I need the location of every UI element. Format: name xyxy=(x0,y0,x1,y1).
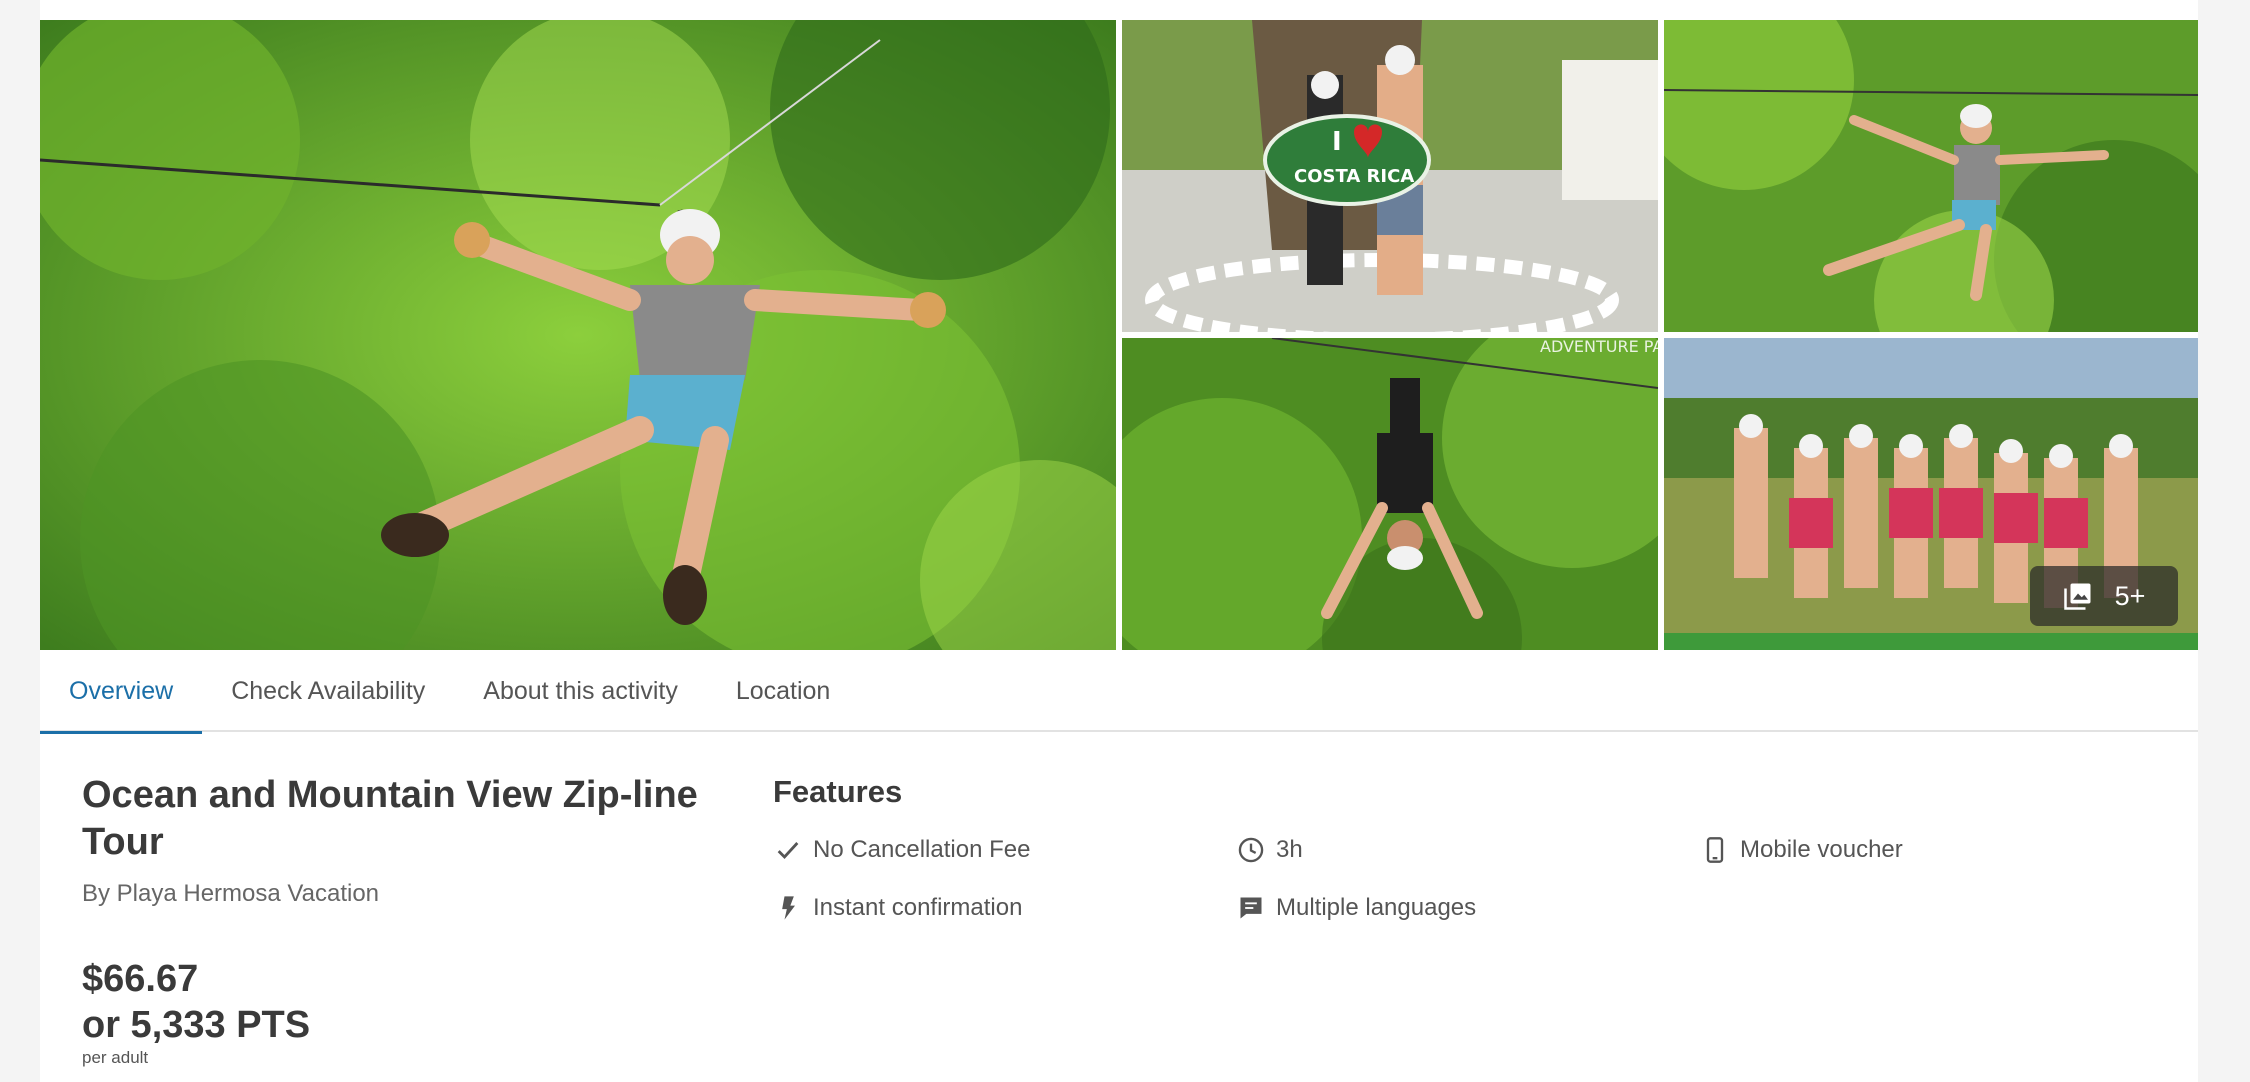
tab-location[interactable]: Location xyxy=(707,650,860,732)
costa-rica-sign-image: I COSTA RICA xyxy=(1122,20,1658,332)
zipliner-image xyxy=(1664,20,2198,332)
clock-icon xyxy=(1238,837,1264,863)
more-photos-count: 5+ xyxy=(2114,580,2146,611)
feature-multiple-languages: Multiple languages xyxy=(1236,893,1476,923)
points-price: or 5,333 PTS xyxy=(82,1004,311,1046)
upside-down-photo[interactable]: ADVENTURE PARK xyxy=(1122,338,1658,650)
main-photo[interactable] xyxy=(40,20,1116,650)
chat-bubble-icon xyxy=(1240,897,1262,919)
sign-letter: I xyxy=(1332,127,1342,157)
price: $66.67 xyxy=(82,958,199,1000)
feature-instant-confirmation: Instant confirmation xyxy=(773,893,1022,923)
couple-sign-photo[interactable]: I COSTA RICA xyxy=(1122,20,1658,332)
more-photos-button[interactable]: 5+ xyxy=(2030,566,2178,626)
checkmark-icon xyxy=(777,842,799,860)
features-heading: Features xyxy=(773,774,903,809)
zipliner-photo[interactable] xyxy=(1664,20,2198,332)
activity-title: Ocean and Mountain View Zip-line Tour xyxy=(82,774,698,863)
provider-name: By Playa Hermosa Vacation xyxy=(82,880,380,907)
feature-label: 3h xyxy=(1276,836,1303,863)
feature-label: Instant confirmation xyxy=(813,894,1023,921)
group-photo[interactable]: 5+ xyxy=(1664,338,2198,650)
feature-label: No Cancellation Fee xyxy=(813,836,1031,863)
feature-label: Mobile voucher xyxy=(1740,836,1903,863)
mobile-phone-icon xyxy=(1706,837,1724,863)
sign-text: COSTA RICA xyxy=(1294,166,1414,187)
zipline-jungle-image xyxy=(40,20,1116,650)
gallery-icon xyxy=(2063,583,2091,610)
feature-duration: 3h xyxy=(1236,835,1303,865)
activity-page: I COSTA RICA ADVENTURE PA 5+ Overview Ch… xyxy=(40,0,2198,1082)
photo-gallery: I COSTA RICA ADVENTURE PA 5+ xyxy=(40,20,2198,650)
tab-about-this-activity[interactable]: About this activity xyxy=(454,650,707,732)
tab-check-availability[interactable]: Check Availability xyxy=(202,650,454,732)
price-unit: per adult xyxy=(82,1048,149,1067)
feature-mobile-voucher: Mobile voucher xyxy=(1700,835,1903,865)
upside-down-zipliner-image: ADVENTURE PARK xyxy=(1122,338,1658,650)
section-tabs: Overview Check Availability About this a… xyxy=(40,650,2198,734)
lightning-icon xyxy=(782,896,795,920)
watermark-text: ADVENTURE PARK xyxy=(1540,338,1658,356)
tab-overview[interactable]: Overview xyxy=(40,650,203,734)
feature-no-cancellation-fee: No Cancellation Fee xyxy=(773,835,1030,865)
feature-label: Multiple languages xyxy=(1276,894,1477,921)
